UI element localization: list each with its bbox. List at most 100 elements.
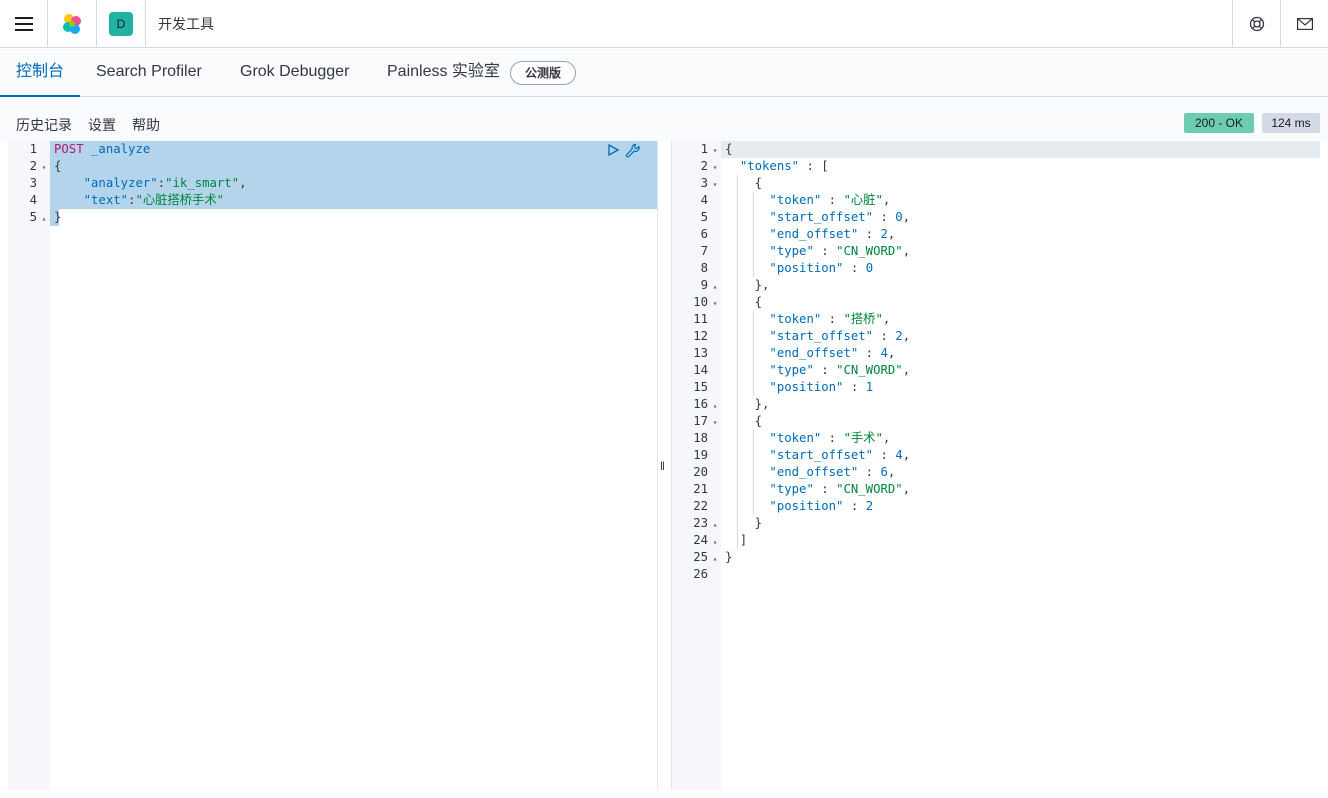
line-number: 13 [693, 346, 708, 360]
help-lifebuoy-icon [1249, 16, 1264, 32]
code-line: POST _analyze [54, 142, 151, 156]
tab-search-profiler[interactable]: Search Profiler [96, 49, 202, 97]
line-number: 25 ▴ [672, 549, 719, 566]
code-line: }, [725, 278, 770, 292]
fold-toggle-icon[interactable]: ▾ [711, 176, 719, 193]
line-number: 21 [693, 482, 708, 496]
fold-toggle-icon[interactable]: ▾ [711, 142, 719, 159]
code-line: }, [725, 397, 770, 411]
help-link[interactable]: 帮助 [132, 115, 160, 135]
code-line: { [725, 176, 763, 190]
code-line: } [54, 210, 62, 224]
play-icon[interactable] [607, 144, 619, 156]
fold-toggle-icon[interactable]: ▾ [711, 414, 719, 431]
tab-grok-debugger[interactable]: Grok Debugger [240, 49, 349, 97]
code-line: "start_offset" : 0, [769, 210, 911, 224]
code-line: "token" : "手术", [769, 431, 891, 445]
code-line: } [725, 516, 763, 530]
code-line: "end_offset" : 2, [769, 227, 896, 241]
home-logo-link[interactable] [48, 0, 97, 48]
line-number: 9 ▴ [672, 277, 719, 294]
line-number: 17 ▾ [672, 413, 719, 430]
fold-toggle-icon[interactable]: ▾ [711, 295, 719, 312]
tab-painless-lab[interactable]: Painless 实验室 [387, 49, 500, 97]
line-number: 20 [693, 465, 708, 479]
console-menu: 历史记录 设置 帮助 [0, 97, 1328, 141]
help-button[interactable] [1232, 0, 1280, 48]
code-line: "token" : "心脏", [769, 193, 891, 207]
line-number: 22 [693, 499, 708, 513]
fold-toggle-icon[interactable]: ▴ [711, 550, 719, 567]
active-line-highlight [721, 141, 1320, 158]
code-line: "analyzer":"ik_smart", [83, 176, 247, 190]
code-line: "start_offset" : 4, [769, 448, 911, 462]
history-link[interactable]: 历史记录 [16, 115, 72, 135]
code-line: "start_offset" : 2, [769, 329, 911, 343]
breadcrumb: 开发工具 [158, 15, 214, 32]
code-line: "end_offset" : 6, [769, 465, 896, 479]
wrench-icon[interactable] [625, 143, 641, 159]
code-line: "type" : "CN_WORD", [769, 363, 911, 377]
line-number: 8 [700, 261, 708, 275]
line-number: 26 [693, 567, 708, 581]
line-number: 12 [693, 329, 708, 343]
code-line: "position" : 1 [769, 380, 874, 394]
line-number: 6 [700, 227, 708, 241]
hamburger-icon [14, 16, 33, 31]
line-number: 3 ▾ [672, 175, 719, 192]
line-number: 4 [700, 193, 708, 207]
line-number: 7 [700, 244, 708, 258]
code-line: "type" : "CN_WORD", [769, 482, 911, 496]
line-number: 10 ▾ [672, 294, 719, 311]
line-number: 14 [693, 363, 708, 377]
code-line: { [725, 142, 733, 156]
line-number: 15 [693, 380, 708, 394]
fold-toggle-icon[interactable]: ▴ [711, 516, 719, 533]
fold-toggle-icon[interactable]: ▴ [40, 210, 48, 227]
beta-badge: 公测版 [510, 61, 577, 85]
line-number: 1 [29, 142, 37, 156]
code-line: { [725, 414, 763, 428]
fold-toggle-icon[interactable]: ▴ [711, 278, 719, 295]
line-number: 19 [693, 448, 708, 462]
top-header: D 开发工具 [0, 0, 1328, 48]
code-line: } [725, 550, 733, 564]
code-line: "end_offset" : 4, [769, 346, 896, 360]
line-number: 11 [693, 312, 708, 326]
code-line: "token" : "搭桥", [769, 312, 891, 326]
line-number: 2 ▾ [8, 158, 48, 175]
request-code[interactable]: POST _analyze { "analyzer":"ik_smart", "t… [50, 141, 657, 790]
response-gutter: 1 ▾ 2 ▾ 3 ▾ 4 5 6 7 8 9 ▴ 10 ▾ 11 12 13 14 15 16 ▴ 17 ▾ 18 19 20 21… [672, 141, 721, 790]
code-line: ] [725, 533, 748, 547]
line-number: 4 [29, 193, 37, 207]
line-number: 24 ▴ [672, 532, 719, 549]
elastic-logo-icon [63, 13, 81, 34]
space-avatar: D [109, 11, 133, 36]
menu-button[interactable] [0, 0, 48, 48]
line-number: 5 ▴ [8, 209, 48, 226]
line-number: 18 [693, 431, 708, 445]
line-number: 2 ▾ [672, 158, 719, 175]
fold-toggle-icon[interactable]: ▴ [711, 533, 719, 550]
code-line: "text":"心脏搭桥手术" [83, 193, 225, 207]
response-viewer: 1 ▾ 2 ▾ 3 ▾ 4 5 6 7 8 9 ▴ 10 ▾ 11 12 13 14 15 16 ▴ 17 ▾ 18 19 20 21… [672, 141, 1320, 790]
code-line: "type" : "CN_WORD", [769, 244, 911, 258]
devtools-tabs: 控制台 Search Profiler Grok Debugger Painle… [0, 49, 1328, 97]
line-number: 1 ▾ [672, 141, 719, 158]
resize-grip-icon[interactable]: ‖ [660, 459, 665, 473]
code-line: "position" : 0 [769, 261, 874, 275]
news-feed-button[interactable] [1280, 0, 1328, 48]
settings-link[interactable]: 设置 [88, 115, 116, 135]
code-line: "tokens" : [ [739, 159, 829, 173]
space-selector-button[interactable]: D [97, 0, 146, 48]
code-line: "position" : 2 [769, 499, 874, 513]
code-line: { [725, 295, 763, 309]
request-gutter: 1 2 ▾ 3 4 5 ▴ [8, 141, 50, 790]
mail-icon [1296, 18, 1313, 30]
request-editor[interactable]: 1 2 ▾ 3 4 5 ▴ POST _analyze { "analyzer":"ik_sm… [8, 141, 657, 790]
status-badge: 200 - OK [1184, 113, 1254, 133]
fold-toggle-icon[interactable]: ▾ [711, 159, 719, 176]
tab-console[interactable]: 控制台 [0, 49, 81, 97]
fold-toggle-icon[interactable]: ▴ [711, 397, 719, 414]
fold-toggle-icon[interactable]: ▾ [40, 159, 48, 176]
